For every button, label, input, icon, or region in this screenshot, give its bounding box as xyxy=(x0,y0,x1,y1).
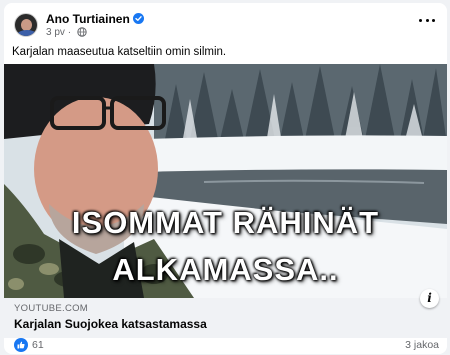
verified-badge-icon xyxy=(132,13,144,24)
reactions-bar: 61 3 jakoa xyxy=(4,338,447,354)
more-dot xyxy=(419,18,422,22)
post-time[interactable]: 3 pv xyxy=(46,27,65,38)
link-domain: YOUTUBE.COM xyxy=(14,303,89,314)
link-preview[interactable]: YOUTUBE.COM Karjalan Suojokea katsastama… xyxy=(4,298,447,338)
author-name[interactable]: Ano Turtiainen xyxy=(46,12,130,26)
post-header: Ano Turtiainen 3 pv · xyxy=(4,3,447,43)
author-avatar[interactable] xyxy=(14,13,38,37)
avatar-shirt xyxy=(17,30,37,36)
share-count[interactable]: 3 jakoa xyxy=(405,339,439,351)
more-dot xyxy=(432,18,435,22)
globe-icon xyxy=(77,27,87,40)
link-title[interactable]: Karjalan Suojokea katsastamassa xyxy=(14,317,207,331)
thumbnail-caption-line2: ALKAMASSA.. xyxy=(112,252,339,287)
video-thumbnail[interactable]: ISOMMAT RÄHINÄT ALKAMASSA.. xyxy=(4,64,447,298)
thumbnail-caption-line1: ISOMMAT RÄHINÄT xyxy=(71,205,380,240)
info-icon[interactable]: i xyxy=(420,289,439,308)
more-options-icon[interactable] xyxy=(419,15,435,25)
like-reaction-icon[interactable] xyxy=(14,338,28,352)
like-count[interactable]: 61 xyxy=(32,339,44,351)
post-meta: 3 pv · xyxy=(46,27,87,40)
author-name-row: Ano Turtiainen xyxy=(46,12,144,26)
post-text: Karjalan maaseutua katseltiin omin silmi… xyxy=(12,46,227,58)
meta-separator: · xyxy=(67,27,72,38)
post-card: Ano Turtiainen 3 pv · Karjalan maaseutua… xyxy=(4,3,447,354)
more-dot xyxy=(425,18,429,22)
